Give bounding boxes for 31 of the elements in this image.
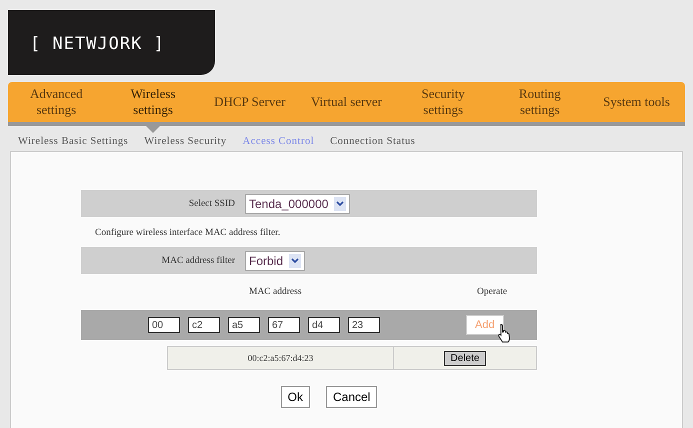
- octet-field[interactable]: 00: [148, 317, 180, 333]
- form-button[interactable]: Ok: [280, 386, 310, 408]
- nav-tab[interactable]: Security settings: [407, 82, 480, 122]
- octet-field[interactable]: a5: [228, 317, 260, 333]
- mac-address-cell: 00:c2:a5:67:d4:23: [168, 347, 394, 369]
- chevron-icon: [334, 196, 346, 210]
- octet-field[interactable]: d4: [308, 317, 340, 333]
- nav-tab[interactable]: DHCP Server: [214, 82, 286, 122]
- ssid-dropdown[interactable]: Tenda_000000: [245, 194, 350, 214]
- octet-field[interactable]: c2: [188, 317, 220, 333]
- subnav-tab[interactable]: Connection Status: [330, 136, 416, 147]
- form-button[interactable]: Cancel: [326, 386, 378, 408]
- nav-tab[interactable]: Wireless settings: [117, 82, 190, 122]
- field-label: Select SSID: [188, 198, 236, 208]
- column-header: MAC address: [249, 287, 302, 297]
- delete-button[interactable]: Delete: [444, 350, 486, 366]
- nav-tab[interactable]: System tools: [600, 82, 673, 122]
- octet-field[interactable]: 67: [268, 317, 300, 333]
- subnav-tab[interactable]: Wireless Basic Settings: [18, 136, 128, 147]
- nav-tab[interactable]: Routing settings: [504, 82, 576, 122]
- nav-tab[interactable]: Virtual server: [310, 82, 382, 122]
- filter-dropdown[interactable]: Forbid: [245, 250, 306, 270]
- octet-field[interactable]: 23: [348, 317, 380, 333]
- chevron-icon: [289, 254, 302, 268]
- logo: [ NETWJORK ]: [8, 10, 215, 75]
- description-text: Configure wireless interface MAC address filter.: [94, 227, 282, 240]
- subnav-tab[interactable]: Wireless Security: [144, 136, 227, 147]
- nav-tab[interactable]: Advanced settings: [20, 82, 92, 122]
- column-header: Operate: [477, 287, 508, 297]
- hand-cursor-icon: [496, 323, 512, 343]
- field-label: MAC address filter: [160, 256, 236, 266]
